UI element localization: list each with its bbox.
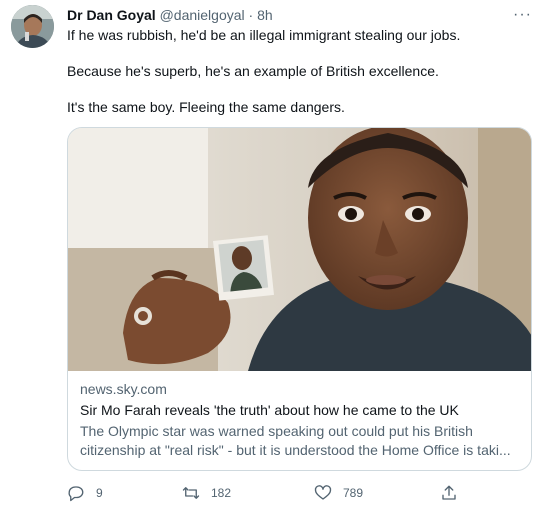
like-count: 789 bbox=[343, 486, 364, 500]
separator-dot: · bbox=[248, 7, 254, 23]
author-handle[interactable]: @danielgoyal bbox=[160, 7, 245, 23]
share-icon bbox=[442, 485, 456, 500]
tweet-line: It's the same boy. Fleeing the same dang… bbox=[67, 99, 345, 115]
avatar[interactable] bbox=[11, 5, 54, 48]
card-meta: news.sky.com Sir Mo Farah reveals 'the t… bbox=[68, 371, 531, 460]
avatar-photo bbox=[11, 5, 54, 48]
link-card[interactable]: news.sky.com Sir Mo Farah reveals 'the t… bbox=[67, 127, 532, 471]
reply-button[interactable]: 9 bbox=[67, 482, 103, 504]
share-button[interactable] bbox=[440, 482, 469, 504]
card-title: Sir Mo Farah reveals 'the truth' about h… bbox=[80, 402, 459, 418]
retweet-icon bbox=[182, 487, 200, 499]
author-name[interactable]: Dr Dan Goyal bbox=[67, 7, 156, 23]
card-domain: news.sky.com bbox=[80, 381, 167, 397]
tweet-line: Because he's superb, he's an example of … bbox=[67, 63, 439, 79]
card-description: The Olympic star was warned speaking out… bbox=[80, 422, 520, 460]
card-image bbox=[68, 128, 531, 371]
card-description-line: The Olympic star was warned speaking out… bbox=[80, 423, 473, 439]
reply-count: 9 bbox=[96, 486, 103, 500]
tweet-text: If he was rubbish, he'd be an illegal im… bbox=[67, 26, 537, 134]
tweet[interactable]: Dr Dan Goyal @danielgoyal · 8h ··· If he… bbox=[0, 0, 554, 513]
retweet-button[interactable]: 182 bbox=[182, 482, 231, 504]
retweet-count: 182 bbox=[211, 486, 232, 500]
tweet-timestamp[interactable]: 8h bbox=[257, 7, 273, 23]
heart-icon bbox=[314, 485, 332, 500]
like-button[interactable]: 789 bbox=[314, 482, 363, 504]
tweet-header: Dr Dan Goyal @danielgoyal · 8h ··· bbox=[67, 6, 540, 26]
card-description-line: citizenship at "real risk" - but it is u… bbox=[80, 442, 511, 458]
more-options-icon[interactable]: ··· bbox=[513, 6, 532, 24]
reply-icon bbox=[68, 486, 84, 502]
action-bar: 9 182 789 bbox=[67, 482, 537, 504]
tweet-line: If he was rubbish, he'd be an illegal im… bbox=[67, 27, 461, 43]
